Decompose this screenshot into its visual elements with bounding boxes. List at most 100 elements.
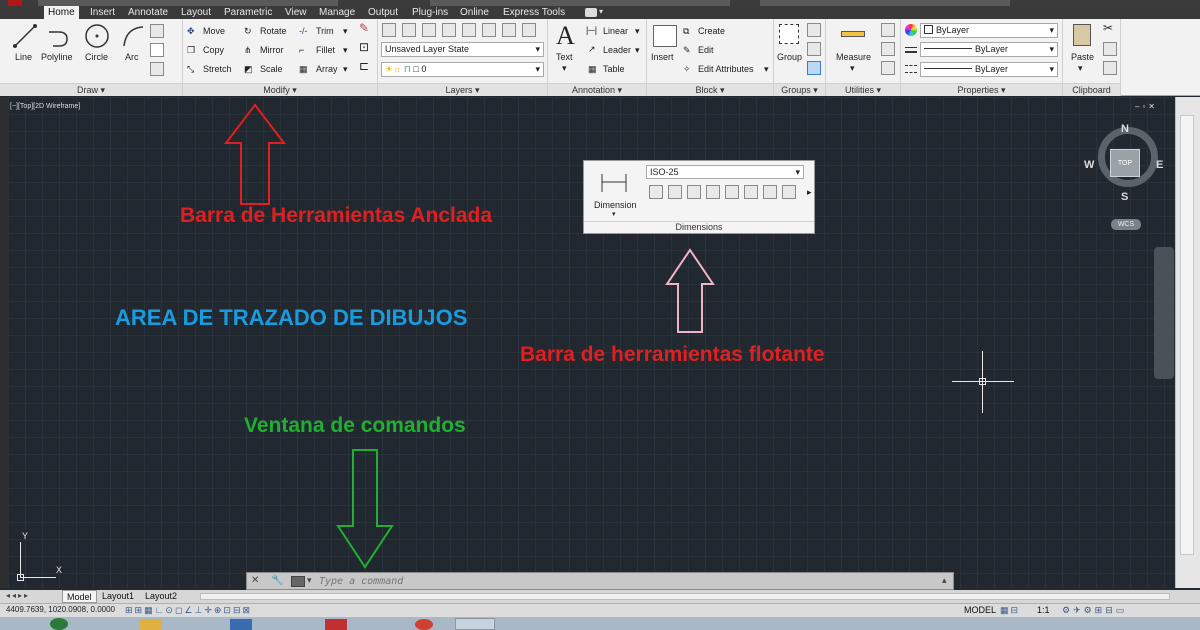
close-icon[interactable]: ✕ (251, 575, 262, 586)
command-line[interactable]: ✕ 🔧 ▾ ▴ (246, 572, 954, 590)
offset-icon[interactable]: ⊏ (359, 60, 369, 72)
copy-icon[interactable]: ❐ (187, 45, 195, 56)
measure-icon[interactable] (841, 31, 865, 37)
dimension-style-dropdown[interactable]: ISO-25 ▾ (646, 165, 804, 179)
annotation-panel-title[interactable]: Annotation ▾ (548, 83, 646, 96)
group-select-icon[interactable] (807, 61, 821, 75)
trim-dropdown-icon[interactable]: ▾ (343, 26, 348, 37)
arc-icon[interactable] (121, 24, 145, 48)
group-button[interactable]: Group (777, 52, 802, 63)
floating-dimensions-toolbar[interactable]: Dimension ▾ ISO-25 ▾ ▸ Dimensions (583, 160, 815, 234)
command-history-icon[interactable]: ▴ (942, 575, 947, 586)
text-icon[interactable]: A (556, 21, 575, 51)
calculator-icon[interactable] (881, 42, 895, 56)
modify-panel-title[interactable]: Modify ▾ (183, 83, 377, 96)
copy-button[interactable]: Copy (203, 45, 224, 56)
create-button[interactable]: Create (698, 26, 725, 37)
taskbar-app-icon[interactable] (230, 619, 252, 630)
scale-button[interactable]: Scale (260, 64, 283, 75)
properties-panel-title[interactable]: Properties ▾ (901, 83, 1062, 96)
layers-panel-title[interactable]: Layers ▾ (378, 83, 547, 96)
layer-icon[interactable] (402, 23, 416, 37)
chevron-down-icon[interactable]: ▾ (562, 63, 567, 74)
ungroup-icon[interactable] (807, 23, 821, 37)
tab-layout1[interactable]: Layout1 (98, 590, 138, 603)
insert-button[interactable]: Insert (651, 52, 674, 63)
polyline-label[interactable]: Polyline (41, 52, 73, 63)
dimension-icon[interactable] (599, 172, 629, 194)
tab-annotate[interactable]: Annotate (128, 6, 168, 19)
move-icon[interactable]: ✥ (187, 26, 195, 37)
dimensions-panel-title[interactable]: Dimensions (584, 221, 814, 233)
layer-icon[interactable] (522, 23, 536, 37)
linear-icon[interactable]: |─| (586, 25, 597, 36)
compass-e[interactable]: E (1156, 159, 1163, 171)
tab-express-tools[interactable]: Express Tools (503, 6, 565, 19)
arc-label[interactable]: Arc (125, 52, 139, 63)
layer-icon[interactable] (422, 23, 436, 37)
dim-inspect-icon[interactable] (744, 185, 758, 199)
layer-icon[interactable] (502, 23, 516, 37)
leader-icon[interactable]: ↗ (588, 44, 596, 55)
paste-button[interactable]: Paste (1071, 52, 1094, 63)
table-button[interactable]: Table (603, 64, 625, 75)
model-space-button[interactable]: MODEL (964, 605, 996, 615)
chevron-down-icon[interactable]: ▾ (635, 45, 640, 56)
tab-view[interactable]: View (285, 6, 307, 19)
fillet-icon[interactable]: ⌐ (299, 45, 304, 56)
workspace-toggles[interactable]: ⚙✈⚙⊞⊟▭ (1062, 605, 1127, 616)
edit-icon[interactable]: ✎ (683, 45, 691, 56)
create-icon[interactable]: ⧉ (683, 26, 689, 37)
chevron-down-icon[interactable]: ▾ (635, 26, 640, 37)
table-icon[interactable]: ▦ (588, 64, 597, 75)
group-icon[interactable] (779, 24, 799, 44)
navigation-bar[interactable] (1154, 247, 1174, 379)
groups-panel-title[interactable]: Groups ▾ (774, 83, 825, 96)
rotate-button[interactable]: Rotate (260, 26, 287, 37)
taskbar-active-app[interactable] (455, 618, 495, 630)
tab-output[interactable]: Output (368, 6, 398, 19)
scale-icon[interactable]: ◩ (244, 64, 253, 75)
trim-icon[interactable]: -/- (299, 26, 308, 37)
cut-icon[interactable]: ✂ (1103, 22, 1113, 34)
tab-parametric[interactable]: Parametric (224, 6, 272, 19)
layer-dropdown[interactable]: ☀☼ ⊓ □ 0 ▾ (381, 62, 544, 77)
wcs-menu[interactable]: WCS (1111, 219, 1141, 230)
chevron-down-icon[interactable]: ▾ (764, 64, 769, 75)
viewcube-top[interactable]: TOP (1110, 149, 1140, 177)
dim-reassociate-icon[interactable] (782, 185, 796, 199)
command-input[interactable] (317, 574, 937, 588)
chevron-down-icon[interactable]: ▾ (850, 63, 855, 74)
tab-navigation-icons[interactable]: ◂◂▸▸ (6, 591, 30, 600)
fillet-button[interactable]: Fillet (316, 45, 335, 56)
drafting-toggles[interactable]: ⊞⊞▦∟⊙◻∠⊥✛⊕⊡⊟⊠ (125, 605, 252, 616)
text-button[interactable]: Text (556, 52, 573, 63)
draw-panel-title[interactable]: Draw ▾ (0, 83, 182, 96)
layout-toggles[interactable]: ▦⊟ (1000, 605, 1020, 616)
rectangle-icon[interactable] (150, 24, 164, 38)
coordinates-display[interactable]: 4409.7639, 1020.0908, 0.0000 (6, 605, 115, 614)
vertical-scrollbar[interactable] (1175, 97, 1200, 588)
chevron-down-icon[interactable]: ▾ (307, 575, 312, 586)
polyline-icon[interactable] (47, 24, 71, 48)
tab-online[interactable]: Online (460, 6, 489, 19)
layer-icon[interactable] (442, 23, 456, 37)
tab-layout2[interactable]: Layout2 (141, 590, 181, 603)
move-button[interactable]: Move (203, 26, 225, 37)
color-dropdown[interactable]: ByLayer ▾ (920, 23, 1058, 38)
trim-button[interactable]: Trim (316, 26, 334, 37)
chevron-down-icon[interactable]: ▾ (612, 209, 616, 220)
layer-state-dropdown[interactable]: Unsaved Layer State ▾ (381, 42, 544, 57)
match-properties-icon[interactable] (1103, 61, 1117, 75)
leader-button[interactable]: Leader (603, 45, 631, 56)
layer-properties-icon[interactable] (382, 23, 396, 37)
tab-layout[interactable]: Layout (181, 6, 211, 19)
hatch-icon[interactable] (150, 43, 164, 57)
tab-insert[interactable]: Insert (90, 6, 115, 19)
fillet-dropdown-icon[interactable]: ▾ (343, 45, 348, 56)
scrollbar-thumb[interactable] (1180, 115, 1194, 555)
paste-icon[interactable] (1073, 24, 1091, 46)
id-point-icon[interactable] (881, 61, 895, 75)
mirror-button[interactable]: Mirror (260, 45, 284, 56)
line-label[interactable]: Line (15, 52, 32, 63)
